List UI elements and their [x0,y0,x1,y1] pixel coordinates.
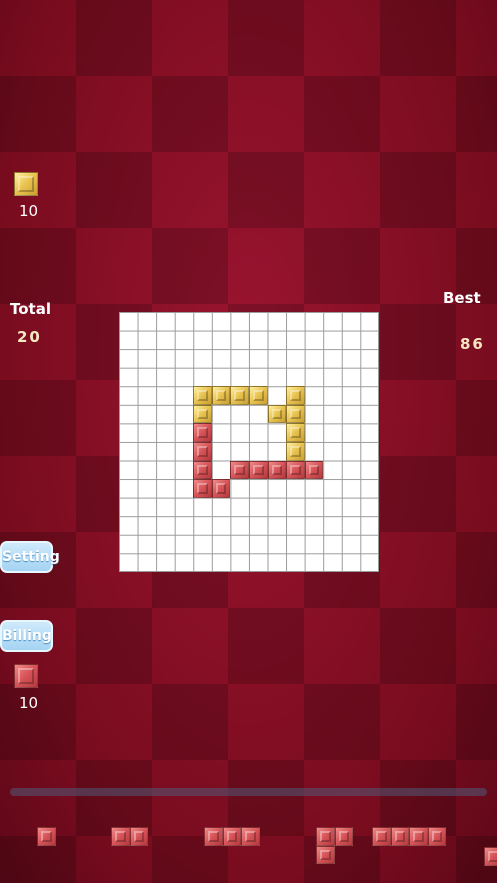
tray-piece-block [37,827,56,846]
yellow-block-count: 10 [19,202,39,220]
red-board-block [193,423,212,442]
tray-piece-block [390,827,409,846]
red-board-block [193,479,212,498]
tray-piece-block [409,827,428,846]
yellow-board-block [286,442,305,461]
red-board-block [230,460,249,480]
tray-piece-block [484,847,497,866]
yellow-board-block [211,386,231,405]
tray-piece-block [111,827,130,846]
yellow-board-block [286,404,305,424]
tray-piece-block [316,845,335,864]
tray-divider [10,788,487,796]
yellow-board-block [249,386,268,405]
yellow-board-block [267,404,287,424]
tray-piece-block [129,827,148,846]
tray-piece-block [222,827,241,846]
red-board-block [211,479,231,498]
red-board-block [249,460,268,480]
total-label: Total [10,300,51,318]
yellow-board-block [193,386,212,405]
red-board-block [304,460,324,480]
yellow-board-block [286,386,305,405]
red-board-block [286,460,305,480]
best-label: Best [443,289,481,307]
tray-piece-block [427,827,446,846]
billing-button[interactable]: Billing [0,620,53,652]
tray-piece-block [316,827,335,846]
red-board-block [193,460,212,480]
setting-button[interactable]: Setting [0,541,60,573]
red-board-block [193,442,212,461]
tray-piece-block [241,827,260,846]
red-block-count: 10 [19,694,39,712]
tray-piece-block [334,827,353,846]
tray-piece-block [204,827,223,846]
yellow-board-block [286,423,305,442]
game-board[interactable] [119,312,379,572]
best-value: 86 [460,335,485,353]
yellow-block-icon [14,172,38,196]
yellow-board-block [230,386,249,405]
tray-piece-block [372,827,391,846]
total-value: 20 [17,328,42,346]
red-board-block [267,460,287,480]
yellow-board-block [193,404,212,424]
red-block-icon [14,664,38,688]
